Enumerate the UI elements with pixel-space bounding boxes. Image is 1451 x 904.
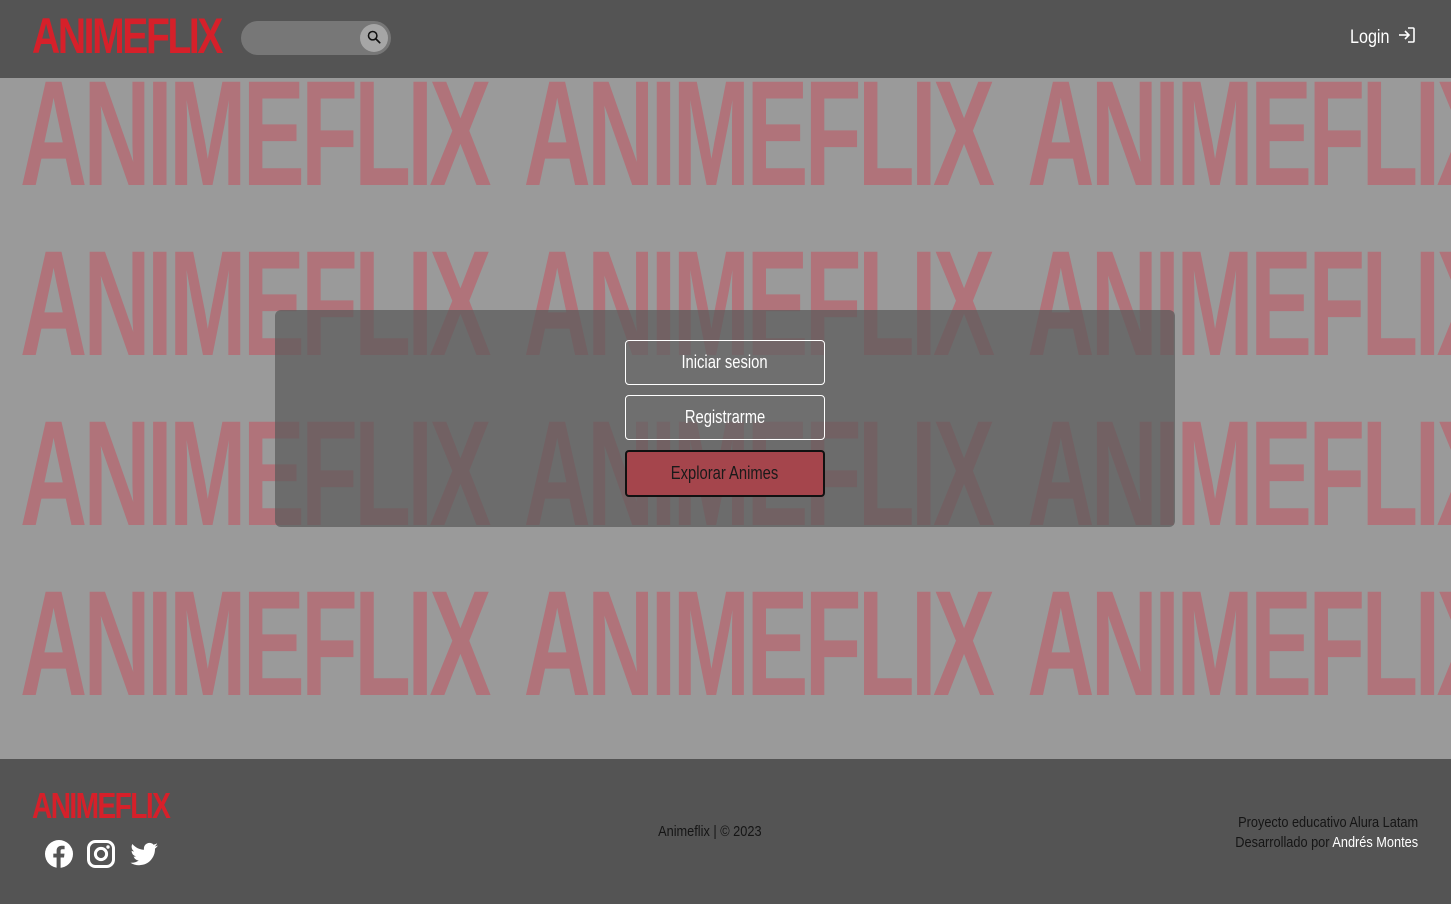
explore-animes-button[interactable]: Explorar Animes xyxy=(625,450,825,497)
instagram-icon[interactable] xyxy=(86,839,116,869)
facebook-icon[interactable] xyxy=(44,839,74,869)
developer-prefix: Desarrollado por xyxy=(1235,834,1330,851)
project-line: Proyecto educativo Alura Latam xyxy=(1237,814,1418,831)
footer-logo[interactable]: ANIMEFLIX xyxy=(32,785,171,827)
register-button[interactable]: Registrarme xyxy=(625,395,825,440)
footer: ANIMEFLIX Animeflix | © 2023 Proyecto ed… xyxy=(0,759,1451,904)
navbar: ANIMEFLIX Login xyxy=(0,0,1451,78)
developer-link[interactable]: Andrés Montes xyxy=(1332,834,1418,851)
search-input[interactable] xyxy=(251,26,363,50)
watermark-row: ANIMEFLIXANIMEFLIXANIMEFLIX xyxy=(20,78,1451,217)
twitter-icon[interactable] xyxy=(128,839,158,869)
developer-line: Desarrollado por Andrés Montes xyxy=(1235,833,1418,853)
action-panel: Iniciar sesion Registrarme Explorar Anim… xyxy=(275,310,1175,527)
credits: Proyecto educativo Alura Latam Desarroll… xyxy=(1203,813,1418,853)
watermark-row: ANIMEFLIXANIMEFLIXANIMEFLIX xyxy=(20,559,1451,727)
search-button[interactable] xyxy=(360,24,388,52)
login-link[interactable]: Login xyxy=(1343,24,1418,52)
watermark-row: ANIMEFLIXANIMEFLIXANIMEFLIX xyxy=(20,738,1451,759)
login-icon xyxy=(1397,25,1417,51)
search-box xyxy=(241,21,391,55)
login-button[interactable]: Iniciar sesion xyxy=(625,340,825,385)
social-links xyxy=(44,839,158,869)
login-label: Login xyxy=(1349,27,1389,48)
brand-logo[interactable]: ANIMEFLIX xyxy=(32,6,223,66)
search-icon xyxy=(367,29,381,48)
